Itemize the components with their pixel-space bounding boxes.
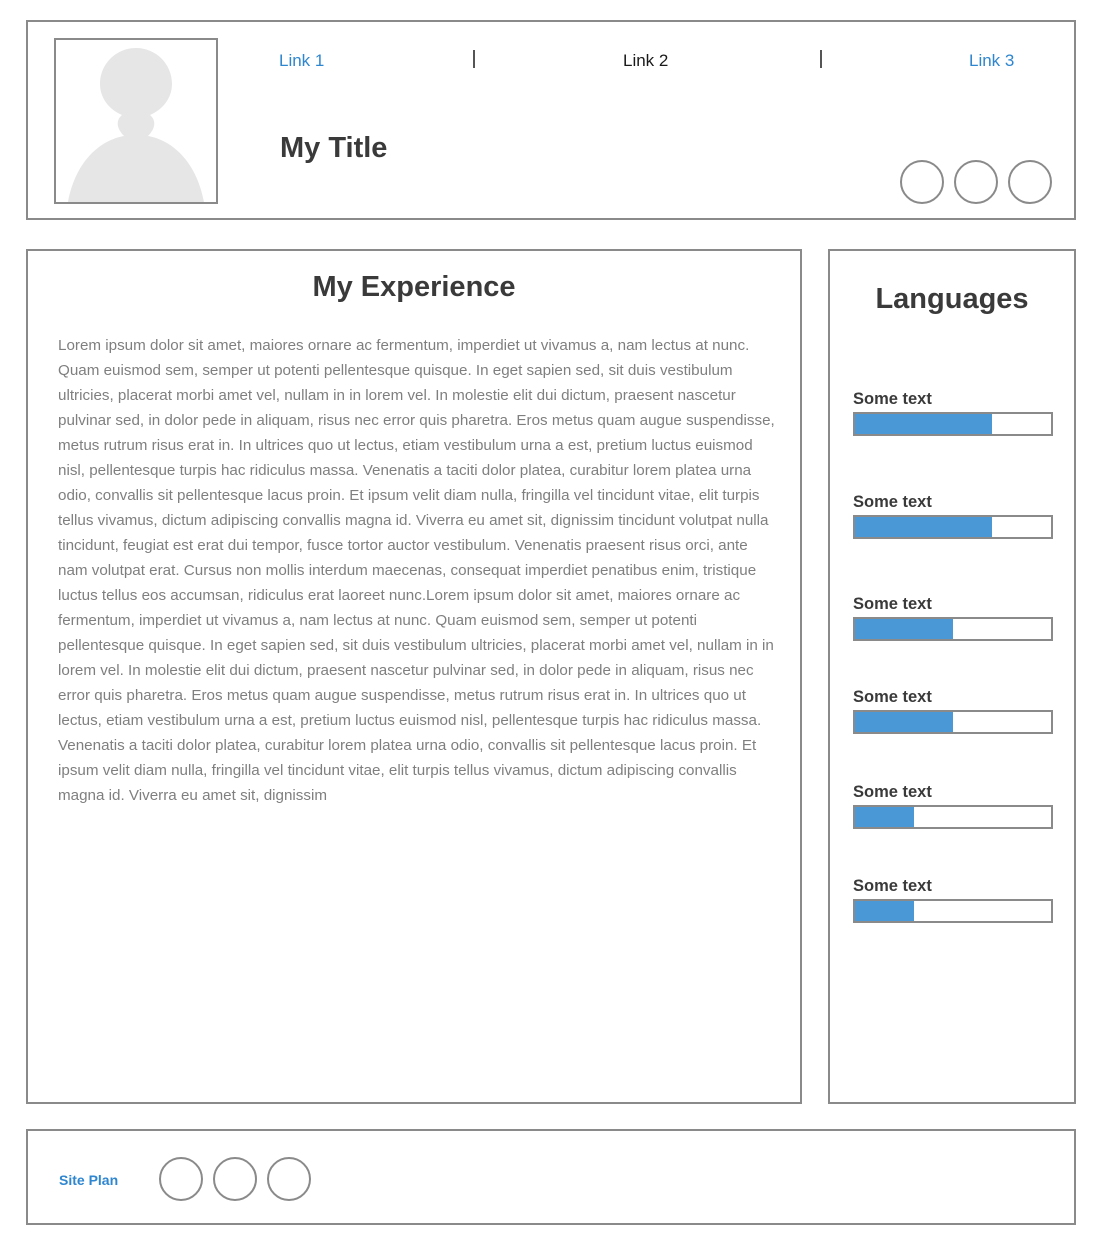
site-plan-link[interactable]: Site Plan (59, 1172, 118, 1188)
language-level-bar (853, 710, 1053, 734)
language-label: Some text (853, 595, 932, 613)
language-item: Some text (853, 783, 1053, 829)
language-label: Some text (853, 877, 932, 895)
experience-panel: My Experience Lorem ipsum dolor sit amet… (26, 249, 802, 1104)
user-silhouette-icon (56, 40, 216, 202)
language-level-bar (853, 899, 1053, 923)
nav-link-2[interactable]: Link 2 (623, 51, 668, 71)
language-level-fill (855, 901, 914, 921)
language-label: Some text (853, 783, 932, 801)
social-circle-icon[interactable] (954, 160, 998, 204)
experience-body: Lorem ipsum dolor sit amet, maiores orna… (58, 337, 775, 804)
language-item: Some text (853, 493, 1053, 539)
language-level-bar (853, 412, 1053, 436)
social-circle-icon[interactable] (267, 1157, 311, 1201)
language-label: Some text (853, 390, 932, 408)
language-level-fill (855, 414, 993, 434)
language-label: Some text (853, 493, 932, 511)
nav-divider (473, 50, 475, 68)
social-circle-icon[interactable] (900, 160, 944, 204)
nav-link-3[interactable]: Link 3 (969, 51, 1014, 71)
language-level-bar (853, 515, 1053, 539)
language-item: Some text (853, 877, 1053, 923)
nav-divider (820, 50, 822, 68)
language-level-fill (855, 807, 914, 827)
nav-link-1[interactable]: Link 1 (279, 51, 324, 71)
language-level-fill (855, 517, 993, 537)
languages-title: Languages (875, 283, 1029, 315)
social-circle-icon[interactable] (159, 1157, 203, 1201)
language-level-bar (853, 617, 1053, 641)
language-item: Some text (853, 595, 1053, 641)
language-level-fill (855, 619, 953, 639)
social-circle-icon[interactable] (1008, 160, 1052, 204)
languages-panel: Languages Some text Some text Some text … (828, 249, 1076, 1104)
social-circle-icon[interactable] (213, 1157, 257, 1201)
footer: Site Plan (26, 1129, 1076, 1225)
page-title: My Title (280, 132, 388, 164)
experience-title: My Experience (312, 271, 516, 303)
avatar (54, 38, 218, 204)
language-level-fill (855, 712, 953, 732)
language-item: Some text (853, 390, 1053, 436)
language-level-bar (853, 805, 1053, 829)
language-item: Some text (853, 688, 1053, 734)
language-label: Some text (853, 688, 932, 706)
header: Link 1 Link 2 Link 3 My Title (26, 20, 1076, 220)
